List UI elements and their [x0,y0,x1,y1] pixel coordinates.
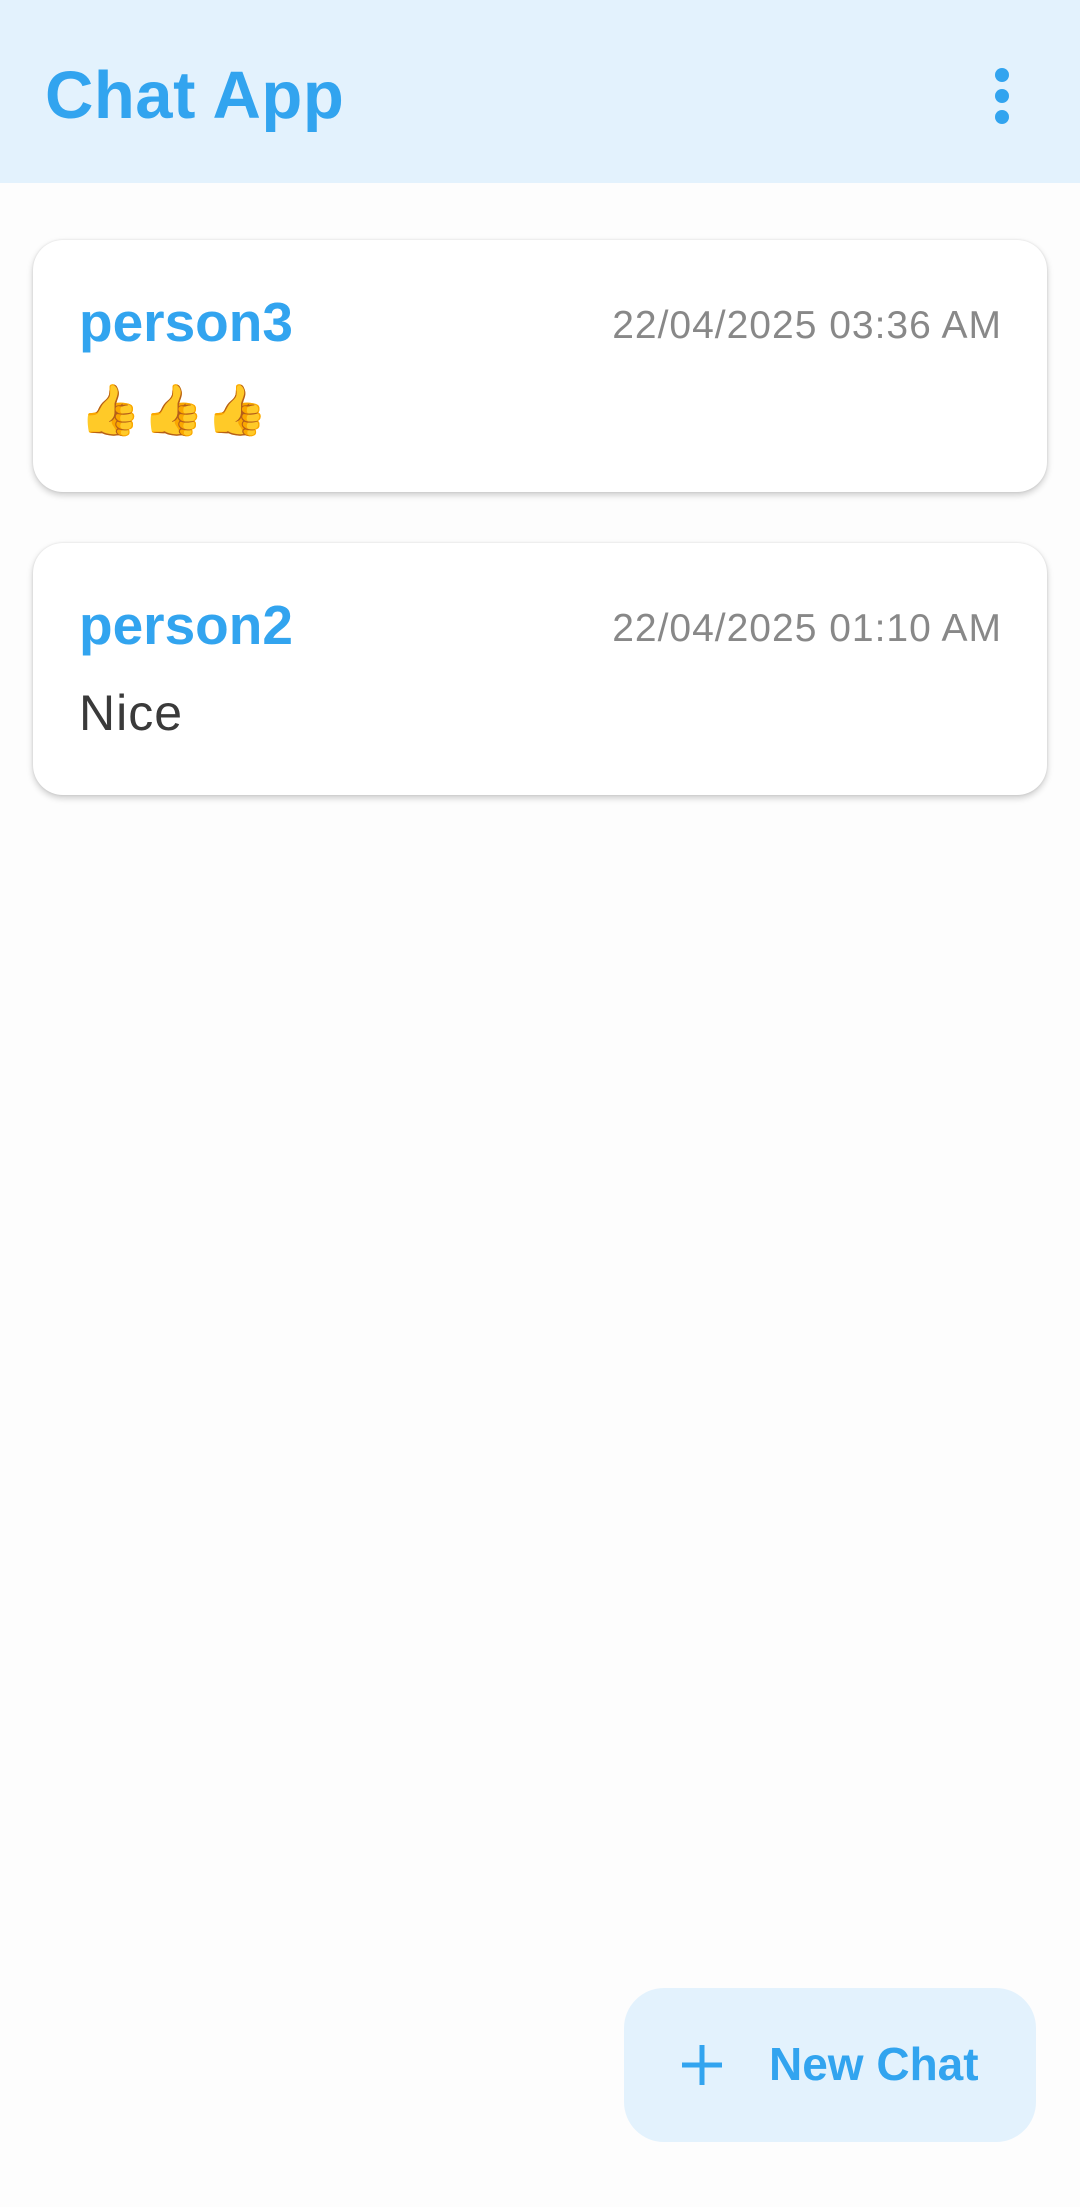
chat-list: person3 22/04/2025 03:36 AM 👍👍👍 person2 … [33,240,1047,846]
overflow-menu-button[interactable] [970,60,1034,132]
more-vert-icon [995,68,1009,124]
chat-contact-name: person3 [79,291,293,353]
chat-list-item[interactable]: person2 22/04/2025 01:10 AM Nice [33,543,1047,795]
new-chat-button[interactable]: New Chat [624,1988,1036,2142]
chat-timestamp: 22/04/2025 03:36 AM [612,304,1002,347]
chat-last-message: Nice [79,685,184,741]
chat-contact-name: person2 [79,594,293,656]
plus-icon [682,2045,722,2085]
chat-timestamp: 22/04/2025 01:10 AM [612,607,1002,650]
app-bar: Chat App [0,0,1080,183]
chat-last-message: 👍👍👍 [79,382,269,438]
new-chat-label: New Chat [769,2038,979,2090]
app-title: Chat App [45,58,345,133]
chat-list-item[interactable]: person3 22/04/2025 03:36 AM 👍👍👍 [33,240,1047,492]
